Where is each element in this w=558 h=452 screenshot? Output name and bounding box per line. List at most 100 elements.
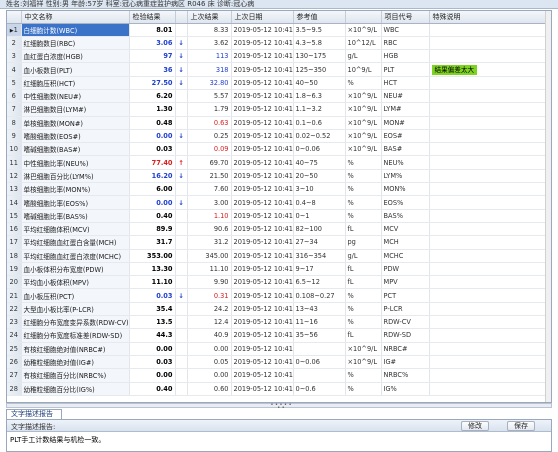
reference-range: 0.108~0.27	[293, 288, 346, 303]
table-row[interactable]: 24 红细胞分布宽度标准差(RDW-SD) 44.3 40.9 2019-05-12 1…	[7, 328, 548, 343]
row-number: 10	[7, 142, 22, 157]
test-name: 单核细胞比率(MON%)	[21, 182, 130, 197]
table-row[interactable]: 25 有核红细胞绝对值(NRBC#) 0.00 0.00 2019-05-12 10:4…	[7, 342, 548, 356]
header-code[interactable]: 项目代号	[381, 11, 430, 24]
test-name: 幼稚粒细胞绝对值(IG#)	[21, 355, 130, 370]
table-row[interactable]: 27 有核红细胞百分比(NRBC%) 0.00 0.00 2019-05-12 10:4…	[7, 368, 548, 383]
special-note	[429, 342, 548, 356]
special-note	[429, 36, 548, 51]
unit: %	[345, 195, 382, 210]
table-row[interactable]: 3 血红蛋白浓度(HGB) 97 ↓ 113 2019-05-12 10:41 130~17…	[7, 49, 548, 64]
text-report-content[interactable]: PLT手工计数结果与机检一致。	[7, 432, 551, 448]
table-row[interactable]: 23 红细胞分布宽度变异系数(RDW-CV) 13.5 12.4 2019-05-12 …	[7, 315, 548, 330]
flag-arrow-icon: ↓	[175, 36, 188, 51]
table-row[interactable]: 10 嗜碱细胞数(BAS#) 0.03 0.09 2019-05-12 10:41 0~0…	[7, 142, 548, 157]
previous-result: 12.4	[187, 315, 232, 330]
header-note[interactable]: 特殊说明	[429, 11, 548, 24]
table-row[interactable]: 5 红细胞压积(HCT) 27.50 ↓ 32.80 2019-05-12 10:41 40…	[7, 76, 548, 90]
special-note	[429, 23, 548, 37]
test-name: 平均血小板体积(MPV)	[21, 275, 130, 290]
result-value: 0.40	[129, 209, 176, 223]
table-row[interactable]: 6 中性细胞数(NEU#) 6.20 5.57 2019-05-12 10:41 1.8~…	[7, 89, 548, 104]
previous-result: 0.00	[187, 342, 232, 356]
unit: %	[345, 155, 382, 170]
item-code: MCH	[381, 235, 430, 250]
previous-result: 0.09	[187, 142, 232, 157]
table-row[interactable]: ▶1 白细胞计数(WBC) 8.01 8.33 2019-05-12 10:41 3.5~…	[7, 23, 548, 37]
special-note	[429, 209, 548, 223]
previous-date: 2019-05-12 10:41	[231, 328, 294, 343]
save-button[interactable]: 保存	[507, 421, 535, 431]
table-row[interactable]: 4 血小板数目(PLT) 36 ↓ 318 2019-05-12 10:41 125~350…	[7, 62, 548, 77]
result-value: 0.03	[129, 288, 176, 303]
previous-date: 2019-05-12 10:41	[231, 249, 294, 263]
header-ref[interactable]: 参考值	[293, 11, 346, 24]
tab-text-report[interactable]: 文字描述报告	[6, 409, 62, 419]
special-note	[429, 102, 548, 117]
table-row[interactable]: 21 血小板压积(PCT) 0.03 ↓ 0.31 2019-05-12 10:41 0.1…	[7, 288, 548, 303]
previous-date: 2019-05-12 10:41	[231, 235, 294, 250]
result-value: 8.01	[129, 23, 176, 37]
previous-result: 0.31	[187, 288, 232, 303]
table-row[interactable]: 18 平均红细胞血红蛋白浓度(MCHC) 353.00 345.00 2019-05-1…	[7, 249, 548, 263]
header-date[interactable]: 上次日期	[231, 11, 294, 24]
text-report-panel: 文字描述报告: 修改 保存 PLT手工计数结果与机检一致。	[6, 419, 552, 452]
table-row[interactable]: 8 单核细胞数(MON#) 0.48 0.63 2019-05-12 10:41 0.1~…	[7, 116, 548, 130]
row-number: 6	[7, 89, 22, 104]
item-code: BAS%	[381, 209, 430, 223]
test-name: 中性细胞比率(NEU%)	[21, 155, 130, 170]
result-value: 0.40	[129, 382, 176, 396]
result-value: 89.9	[129, 222, 176, 237]
unit: fL	[345, 328, 382, 343]
result-value: 27.50	[129, 76, 176, 90]
modify-button[interactable]: 修改	[461, 421, 489, 431]
flag-arrow-icon: ↓	[175, 195, 188, 210]
lab-results-grid[interactable]: 中文名称 检验结果 上次结果 上次日期 参考值 项目代号 特殊说明 ▶1 白细胞计…	[6, 10, 552, 403]
item-code: NEU%	[381, 155, 430, 170]
table-row[interactable]: 26 幼稚粒细胞绝对值(IG#) 0.03 0.05 2019-05-12 10:41 0…	[7, 355, 548, 370]
row-number: 4	[7, 62, 22, 77]
unit: ×10^9/L	[345, 116, 382, 130]
table-row[interactable]: 15 嗜碱细胞比率(BAS%) 0.40 1.10 2019-05-12 10:41 0~…	[7, 209, 548, 223]
table-row[interactable]: 11 中性细胞比率(NEU%) 77.40 ↑ 69.70 2019-05-12 10:4…	[7, 155, 548, 170]
test-name: 血小板体积分布宽度(PDW)	[21, 262, 130, 277]
table-row[interactable]: 13 单核细胞比率(MON%) 6.00 7.60 2019-05-12 10:41 3~…	[7, 182, 548, 197]
test-name: 嗜碱细胞数(BAS#)	[21, 142, 130, 157]
table-row[interactable]: 17 平均红细胞血红蛋白含量(MCH) 31.7 31.2 2019-05-12 10:…	[7, 235, 548, 250]
header-result[interactable]: 检验结果	[129, 11, 176, 24]
flag-arrow-icon	[175, 209, 188, 223]
previous-result: 0.60	[187, 382, 232, 396]
result-value: 77.40	[129, 155, 176, 170]
flag-arrow-icon: ↓	[175, 49, 188, 64]
header-prev[interactable]: 上次结果	[187, 11, 232, 24]
table-row[interactable]: 14 嗜酸细胞比率(EOS%) 0.00 ↓ 3.00 2019-05-12 10:41 0…	[7, 195, 548, 210]
table-row[interactable]: 20 平均血小板体积(MPV) 11.10 9.90 2019-05-12 10:41 6…	[7, 275, 548, 290]
flag-arrow-icon	[175, 262, 188, 277]
flag-arrow-icon	[175, 235, 188, 250]
item-code: RDW-CV	[381, 315, 430, 330]
flag-arrow-icon	[175, 275, 188, 290]
previous-result: 0.63	[187, 116, 232, 130]
item-code: PCT	[381, 288, 430, 303]
reference-range: 0.1~0.6	[293, 116, 346, 130]
table-row[interactable]: 2 红细胞数目(RBC) 3.06 ↓ 3.62 2019-05-12 10:41 4.3~…	[7, 36, 548, 51]
table-row[interactable]: 9 嗜酸细胞数(EOS#) 0.00 ↓ 0.25 2019-05-12 10:41 0.0…	[7, 129, 548, 144]
table-row[interactable]: 19 血小板体积分布宽度(PDW) 13.30 11.10 2019-05-12 10:…	[7, 262, 548, 277]
unit: ×10^9/L	[345, 355, 382, 370]
table-row[interactable]: 22 大型血小板比率(P-LCR) 35.4 24.2 2019-05-12 10:41…	[7, 302, 548, 317]
result-value: 0.48	[129, 116, 176, 130]
table-row[interactable]: 16 平均红细胞体积(MCV) 89.9 90.6 2019-05-12 10:41 82…	[7, 222, 548, 237]
flag-arrow-icon: ↓	[175, 76, 188, 90]
table-row[interactable]: 7 淋巴细胞数目(LYM#) 1.30 1.79 2019-05-12 10:41 1.1…	[7, 102, 548, 117]
vertical-scrollbar[interactable]	[545, 11, 551, 402]
table-row[interactable]: 12 淋巴细胞百分比(LYM%) 16.20 ↓ 21.50 2019-05-12 10:…	[7, 169, 548, 184]
horizontal-scrollbar[interactable]: • • • • • • •	[6, 403, 552, 411]
previous-date: 2019-05-12 10:41	[231, 169, 294, 184]
scroll-grip[interactable]: • • • • • • •	[270, 403, 292, 411]
special-note	[429, 315, 548, 330]
reference-range: 3~10	[293, 182, 346, 197]
special-note	[429, 355, 548, 370]
header-name[interactable]: 中文名称	[21, 11, 130, 24]
previous-result: 318	[187, 62, 232, 77]
table-row[interactable]: 28 幼稚粒细胞百分比(IG%) 0.40 0.60 2019-05-12 10:41 0…	[7, 382, 548, 396]
